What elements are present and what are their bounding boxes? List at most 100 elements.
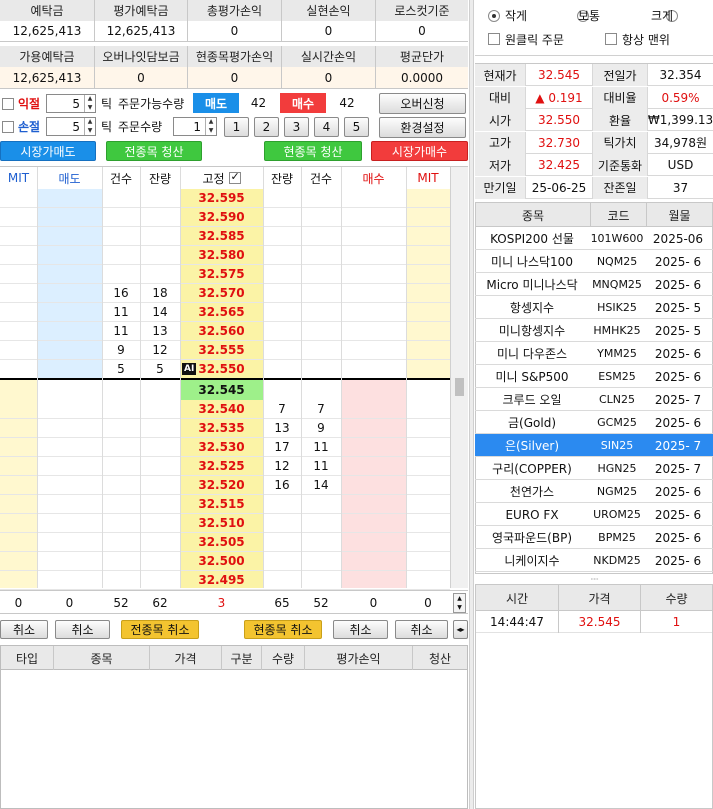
symbol-row[interactable]: 구리(COPPER) HGN25 2025- 7 bbox=[475, 457, 713, 480]
price-cell[interactable]: 32.555 bbox=[180, 341, 263, 360]
buy-mit-cell[interactable] bbox=[406, 552, 450, 571]
market-sell-button[interactable]: 시장가매도 bbox=[0, 141, 96, 161]
sell-order-cell[interactable] bbox=[37, 514, 102, 533]
symbol-row[interactable]: EURO FX UROM25 2025- 6 bbox=[475, 503, 713, 526]
price-cell[interactable]: 32.530 bbox=[180, 438, 263, 457]
buy-order-cell[interactable] bbox=[341, 360, 406, 379]
cancel-buy-button[interactable]: 취소 bbox=[333, 620, 388, 639]
buy-mit-cell[interactable] bbox=[406, 438, 450, 457]
buy-order-cell[interactable] bbox=[341, 457, 406, 476]
price-cell[interactable]: 32.580 bbox=[180, 246, 263, 265]
buy-mit-cell[interactable] bbox=[406, 400, 450, 419]
sell-order-cell[interactable] bbox=[37, 227, 102, 246]
buy-mit-cell[interactable] bbox=[406, 571, 450, 590]
qty-preset-4-button[interactable]: 4 bbox=[314, 117, 339, 137]
price-cell[interactable]: 32.510 bbox=[180, 514, 263, 533]
buy-mit-cell[interactable] bbox=[406, 495, 450, 514]
qty-preset-1-button[interactable]: 1 bbox=[224, 117, 249, 137]
stop-loss-tick-spinner[interactable]: 5 ▲ ▼ bbox=[46, 117, 96, 136]
price-cell[interactable]: 32.540 bbox=[180, 400, 263, 419]
expand-arrows-icon[interactable]: ◂▸ bbox=[453, 620, 468, 639]
sell-mit-cell[interactable] bbox=[0, 303, 37, 322]
buy-mit-cell[interactable] bbox=[406, 457, 450, 476]
sell-order-cell[interactable] bbox=[37, 476, 102, 495]
qty-preset-5-button[interactable]: 5 bbox=[344, 117, 369, 137]
sell-order-cell[interactable] bbox=[37, 284, 102, 303]
current-price-cell[interactable]: 32.545 bbox=[180, 380, 263, 400]
fixed-checkbox[interactable]: ✓ bbox=[228, 170, 241, 184]
sell-mit-cell[interactable] bbox=[0, 495, 37, 514]
sell-mit-cell[interactable] bbox=[0, 400, 37, 419]
buy-order-cell[interactable] bbox=[341, 571, 406, 590]
sell-mit-cell[interactable] bbox=[0, 265, 37, 284]
scrollbar-thumb[interactable] bbox=[455, 378, 464, 396]
settings-button[interactable]: 환경설정 bbox=[379, 117, 466, 138]
sell-mit-cell[interactable] bbox=[0, 571, 37, 590]
buy-order-cell[interactable] bbox=[341, 284, 406, 303]
symbol-row[interactable]: 영국파운드(BP) BPM25 2025- 6 bbox=[475, 526, 713, 549]
price-cell[interactable]: 32.595 bbox=[180, 189, 263, 208]
sell-order-cell[interactable] bbox=[37, 438, 102, 457]
buy-mit-cell[interactable] bbox=[406, 533, 450, 552]
one-click-checkbox[interactable] bbox=[488, 33, 500, 45]
buy-order-cell[interactable] bbox=[341, 246, 406, 265]
sell-order-cell[interactable] bbox=[37, 246, 102, 265]
sell-mit-cell[interactable] bbox=[0, 457, 37, 476]
sell-order-cell[interactable] bbox=[37, 341, 102, 360]
buy-order-cell[interactable] bbox=[341, 438, 406, 457]
market-buy-button[interactable]: 시장가매수 bbox=[371, 141, 468, 161]
buy-order-cell[interactable] bbox=[341, 419, 406, 438]
sell-mit-cell[interactable] bbox=[0, 341, 37, 360]
buy-order-cell[interactable] bbox=[341, 189, 406, 208]
liquidate-current-button[interactable]: 현종목 청산 bbox=[264, 141, 362, 161]
price-cell[interactable]: 32.500 bbox=[180, 552, 263, 571]
price-cell[interactable]: 32.525 bbox=[180, 457, 263, 476]
take-profit-checkbox[interactable] bbox=[2, 98, 14, 110]
sell-mit-cell[interactable] bbox=[0, 514, 37, 533]
sell-mit-cell[interactable] bbox=[0, 438, 37, 457]
sell-order-cell[interactable] bbox=[37, 457, 102, 476]
buy-mit-cell[interactable] bbox=[406, 227, 450, 246]
cancel-all-button[interactable]: 전종목 취소 bbox=[121, 620, 199, 639]
buy-mit-cell[interactable] bbox=[406, 341, 450, 360]
symbol-row[interactable]: Micro 미니나스닥 MNQM25 2025- 6 bbox=[475, 273, 713, 296]
sell-mit-cell[interactable] bbox=[0, 284, 37, 303]
cancel-buy-mit-button[interactable]: 취소 bbox=[395, 620, 448, 639]
always-on-top-checkbox[interactable] bbox=[605, 33, 617, 45]
price-cell[interactable]: 32.560 bbox=[180, 322, 263, 341]
sell-order-cell[interactable] bbox=[37, 495, 102, 514]
sell-mit-cell[interactable] bbox=[0, 360, 37, 379]
sell-mit-cell[interactable] bbox=[0, 227, 37, 246]
sell-order-cell[interactable] bbox=[37, 571, 102, 590]
buy-mit-cell[interactable] bbox=[406, 208, 450, 227]
symbol-row[interactable]: 니케이지수 NKDM25 2025- 6 bbox=[475, 549, 713, 572]
spinner-arrows-icon[interactable]: ▲ ▼ bbox=[205, 118, 216, 135]
symbol-row[interactable]: 미니 나스닥100 NQM25 2025- 6 bbox=[475, 250, 713, 273]
symbol-row[interactable]: KOSPI200 선물 101W600 2025-06 bbox=[475, 227, 713, 250]
cancel-current-button[interactable]: 현종목 취소 bbox=[244, 620, 322, 639]
qty-preset-3-button[interactable]: 3 bbox=[284, 117, 309, 137]
sell-order-cell[interactable] bbox=[37, 533, 102, 552]
order-qty-spinner[interactable]: 1 ▲ ▼ bbox=[173, 117, 217, 136]
symbol-row[interactable]: 은(Silver) SIN25 2025- 7 bbox=[475, 434, 713, 457]
size-small-radio[interactable] bbox=[488, 10, 500, 22]
buy-mit-cell[interactable] bbox=[406, 303, 450, 322]
symbol-row[interactable]: 미니 다우존스 YMM25 2025- 6 bbox=[475, 342, 713, 365]
sell-mit-cell[interactable] bbox=[0, 246, 37, 265]
symbol-row[interactable]: 천연가스 NGM25 2025- 6 bbox=[475, 480, 713, 503]
take-profit-tick-spinner[interactable]: 5 ▲ ▼ bbox=[46, 94, 96, 113]
buy-order-cell[interactable] bbox=[341, 495, 406, 514]
spinner-arrows-icon[interactable]: ▲ ▼ bbox=[84, 118, 95, 135]
sell-mit-cell[interactable] bbox=[0, 552, 37, 571]
price-cell[interactable]: 32.515 bbox=[180, 495, 263, 514]
symbol-row[interactable]: 금(Gold) GCM25 2025- 6 bbox=[475, 411, 713, 434]
symbol-row[interactable]: 항셍지수 HSIK25 2025- 5 bbox=[475, 296, 713, 319]
buy-order-cell[interactable] bbox=[341, 514, 406, 533]
splitter-grip-icon[interactable]: ····· bbox=[475, 575, 713, 584]
price-cell[interactable]: 32.565 bbox=[180, 303, 263, 322]
sell-order-cell[interactable] bbox=[37, 552, 102, 571]
qty-preset-2-button[interactable]: 2 bbox=[254, 117, 279, 137]
sell-order-cell[interactable] bbox=[37, 208, 102, 227]
sell-mit-cell[interactable] bbox=[0, 476, 37, 495]
sell-mit-cell[interactable] bbox=[0, 419, 37, 438]
